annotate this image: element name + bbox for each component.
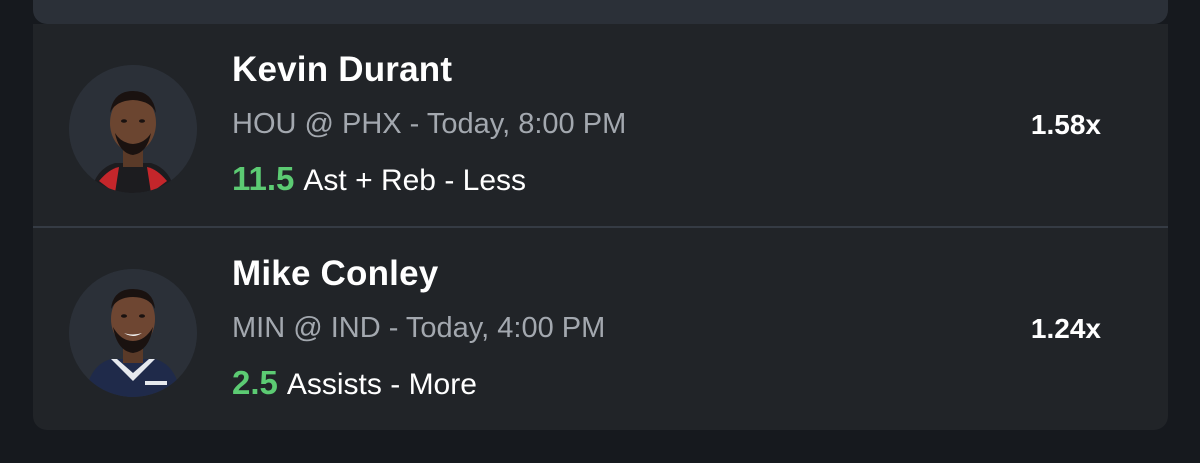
prop-line: 2.5 Assists - More xyxy=(232,364,477,402)
player-avatar xyxy=(69,269,197,397)
player-headshot-icon xyxy=(69,65,197,193)
matchup-text: HOU @ PHX xyxy=(232,108,402,140)
previous-card xyxy=(33,0,1168,24)
pick-row-kevin-durant[interactable]: Kevin Durant HOU @ PHX - Today, 8:00 PM … xyxy=(33,24,1168,226)
separator: - xyxy=(380,312,406,344)
stat-type: Ast + Reb xyxy=(303,164,436,197)
payout-multiplier: 1.24x xyxy=(1030,313,1101,344)
player-name: Mike Conley xyxy=(232,254,439,293)
separator: - xyxy=(401,108,427,140)
picks-list: Kevin Durant HOU @ PHX - Today, 8:00 PM … xyxy=(33,24,1168,430)
player-name: Kevin Durant xyxy=(232,50,453,89)
payout-multiplier: 1.58x xyxy=(1030,109,1101,140)
line-value: 2.5 xyxy=(232,364,278,401)
stat-type: Assists xyxy=(286,368,382,401)
player-headshot-icon xyxy=(69,269,197,397)
prop-line: 11.5 Ast + Reb - Less xyxy=(232,160,526,198)
separator: - xyxy=(436,164,463,197)
game-info: MIN @ IND - Today, 4:00 PM xyxy=(232,312,605,345)
line-value: 11.5 xyxy=(232,160,295,197)
pick-direction: More xyxy=(408,368,477,401)
game-time: Today, 8:00 PM xyxy=(426,108,627,140)
game-time: Today, 4:00 PM xyxy=(405,312,606,344)
separator: - xyxy=(381,368,409,401)
pick-row-mike-conley[interactable]: Mike Conley MIN @ IND - Today, 4:00 PM 2… xyxy=(33,226,1168,430)
game-info: HOU @ PHX - Today, 8:00 PM xyxy=(232,108,626,141)
matchup-text: MIN @ IND xyxy=(232,312,381,344)
player-avatar xyxy=(69,65,197,193)
pick-direction: Less xyxy=(462,164,527,197)
